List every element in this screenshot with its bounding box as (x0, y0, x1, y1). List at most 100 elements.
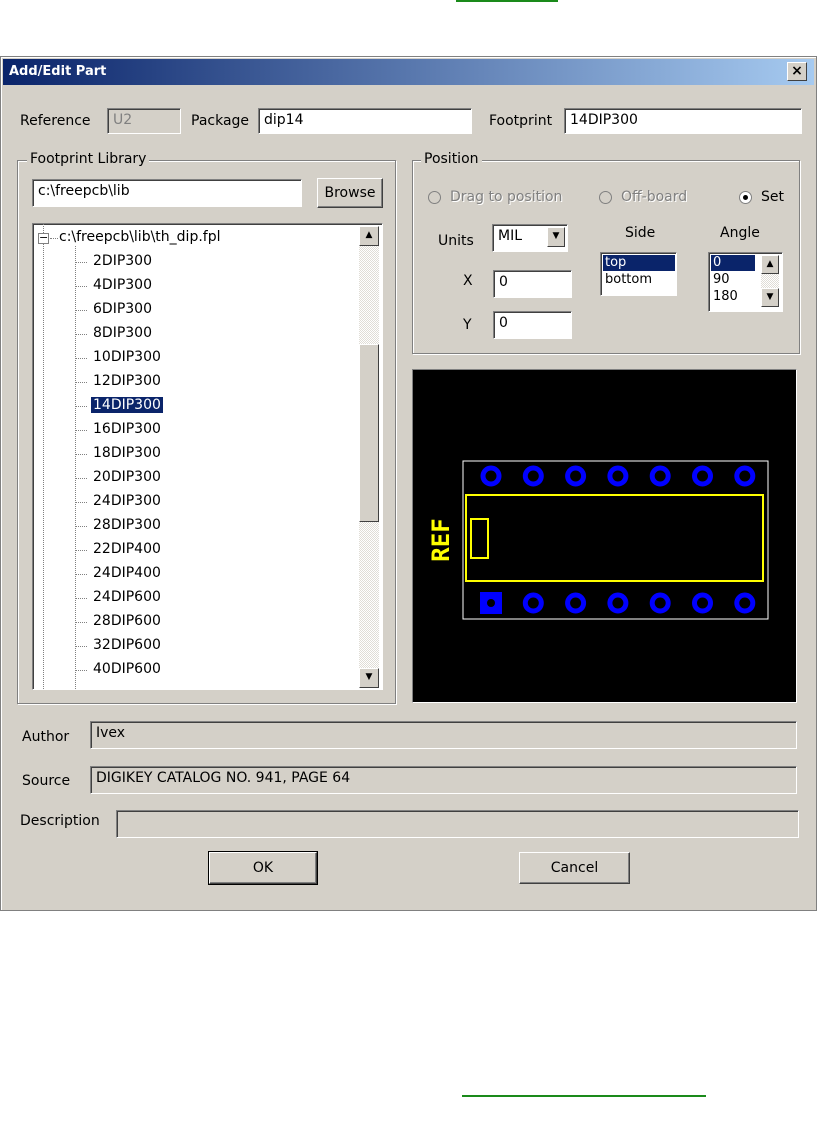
scroll-up-icon: ▲ (766, 259, 774, 269)
reference-label: Reference (20, 113, 91, 129)
pin-pad (649, 465, 671, 487)
scroll-down-icon: ▼ (365, 672, 373, 682)
title-bar: Add/Edit Part × (3, 59, 814, 85)
radio-set-dot (743, 195, 748, 200)
scroll-up-icon: ▲ (365, 230, 373, 240)
page-decor-line-bottom (462, 1095, 706, 1097)
angle-option-0[interactable]: 0 (711, 255, 755, 271)
tree-branch-line (75, 526, 87, 527)
tree-item[interactable]: 22DIP400 (91, 541, 163, 557)
tree-branch-line (75, 430, 87, 431)
tree-branch-line (75, 454, 87, 455)
author-field: Ivex (90, 721, 797, 749)
units-dropdown-button[interactable]: ▼ (547, 227, 565, 247)
pin-pad (522, 465, 544, 487)
pin-pad (565, 592, 587, 614)
tree-item[interactable]: 24DIP400 (91, 565, 163, 581)
side-listbox[interactable]: top bottom (600, 252, 677, 296)
pin-pad (649, 592, 671, 614)
tree-branch-line (75, 286, 87, 287)
side-option-top[interactable]: top (603, 255, 675, 271)
footprint-tree: − c:\freepcb\lib\th_dip.fpl 2DIP300 4DIP3… (32, 223, 383, 690)
library-path-field[interactable]: c:\freepcb\lib (32, 179, 302, 207)
tree-item[interactable]: 16DIP300 (91, 421, 163, 437)
pin-pad (692, 592, 713, 614)
side-label: Side (625, 225, 656, 241)
scroll-thumb[interactable] (359, 343, 379, 522)
tree-item[interactable]: 10DIP300 (91, 349, 163, 365)
tree-branch-line (75, 334, 87, 335)
tree-branch-line (75, 598, 87, 599)
browse-button[interactable]: Browse (317, 178, 383, 208)
tree-item[interactable]: 6DIP300 (91, 301, 154, 317)
ic-body-outline (465, 494, 764, 582)
tree-item[interactable]: 32DIP600 (91, 637, 163, 653)
tree-root-node[interactable]: c:\freepcb\lib\th_dip.fpl (59, 229, 221, 245)
tree-item[interactable]: 4DIP300 (91, 277, 154, 293)
angle-listbox[interactable]: 0 90 180 ▲ ▼ (708, 252, 783, 312)
scroll-up-button[interactable]: ▲ (359, 226, 379, 246)
tree-item[interactable]: 2DIP300 (91, 253, 154, 269)
minus-icon: − (39, 231, 49, 244)
tree-branch-line (75, 622, 87, 623)
tree-item[interactable]: 8DIP300 (91, 325, 154, 341)
tree-line-vertical-root (43, 224, 44, 689)
package-field[interactable]: dip14 (258, 108, 472, 134)
y-field[interactable]: 0 (493, 311, 572, 339)
units-select[interactable]: MIL ▼ (492, 224, 568, 252)
pin-pad (734, 465, 756, 487)
source-label: Source (22, 773, 71, 789)
radio-drag-label: Drag to position (450, 189, 563, 205)
tree-branch-line (75, 358, 87, 359)
dialog-title: Add/Edit Part (9, 64, 107, 79)
position-title: Position (421, 151, 482, 167)
tree-expander[interactable]: − (38, 231, 49, 244)
tree-item[interactable]: 40DIP600 (91, 661, 163, 677)
pin-pad (565, 465, 587, 487)
tree-line-vertical (75, 246, 76, 689)
pin-pad (607, 592, 629, 614)
tree-branch-line (75, 310, 87, 311)
pin-pad (607, 465, 629, 487)
pin-pad (480, 465, 502, 487)
angle-scroll-down[interactable]: ▼ (761, 288, 779, 307)
angle-option-90[interactable]: 90 (711, 272, 732, 288)
tree-item[interactable]: 20DIP300 (91, 469, 163, 485)
reference-field: U2 (107, 108, 181, 134)
radio-set-label: Set (761, 189, 784, 205)
add-edit-part-dialog: Add/Edit Part × Reference U2 Package dip… (0, 56, 817, 911)
tree-item[interactable]: 28DIP300 (91, 517, 163, 533)
angle-scroll-track[interactable] (761, 274, 779, 288)
side-option-bottom[interactable]: bottom (603, 272, 654, 288)
close-button[interactable]: × (787, 62, 807, 81)
package-label: Package (191, 113, 250, 129)
radio-off-board (599, 191, 612, 204)
footprint-library-title: Footprint Library (27, 151, 150, 167)
angle-option-180[interactable]: 180 (711, 289, 740, 305)
tree-item[interactable]: 28DIP600 (91, 613, 163, 629)
radio-set[interactable] (739, 191, 752, 204)
x-field[interactable]: 0 (493, 270, 572, 298)
cancel-button[interactable]: Cancel (519, 852, 630, 884)
ok-button[interactable]: OK (208, 851, 318, 885)
tree-item[interactable]: 14DIP300 (91, 397, 163, 413)
tree-branch-line (75, 670, 87, 671)
units-value: MIL (498, 228, 523, 244)
close-icon: × (791, 63, 803, 79)
scroll-down-button[interactable]: ▼ (359, 668, 379, 688)
tree-item[interactable]: 24DIP600 (91, 589, 163, 605)
radio-drag-to-position (428, 191, 441, 204)
angle-scroll-up[interactable]: ▲ (761, 255, 779, 274)
tree-item[interactable]: 24DIP300 (91, 493, 163, 509)
tree-branch-line (75, 574, 87, 575)
pin-pad (692, 465, 713, 487)
pin-hole (487, 599, 495, 607)
tree-item[interactable]: 12DIP300 (91, 373, 163, 389)
ref-label: REF (427, 518, 455, 561)
units-label: Units (438, 233, 474, 249)
description-label: Description (20, 813, 100, 829)
source-field: DIGIKEY CATALOG NO. 941, PAGE 64 (90, 766, 797, 794)
footprint-field[interactable]: 14DIP300 (564, 108, 802, 134)
tree-item[interactable]: 18DIP300 (91, 445, 163, 461)
description-field (116, 810, 799, 838)
